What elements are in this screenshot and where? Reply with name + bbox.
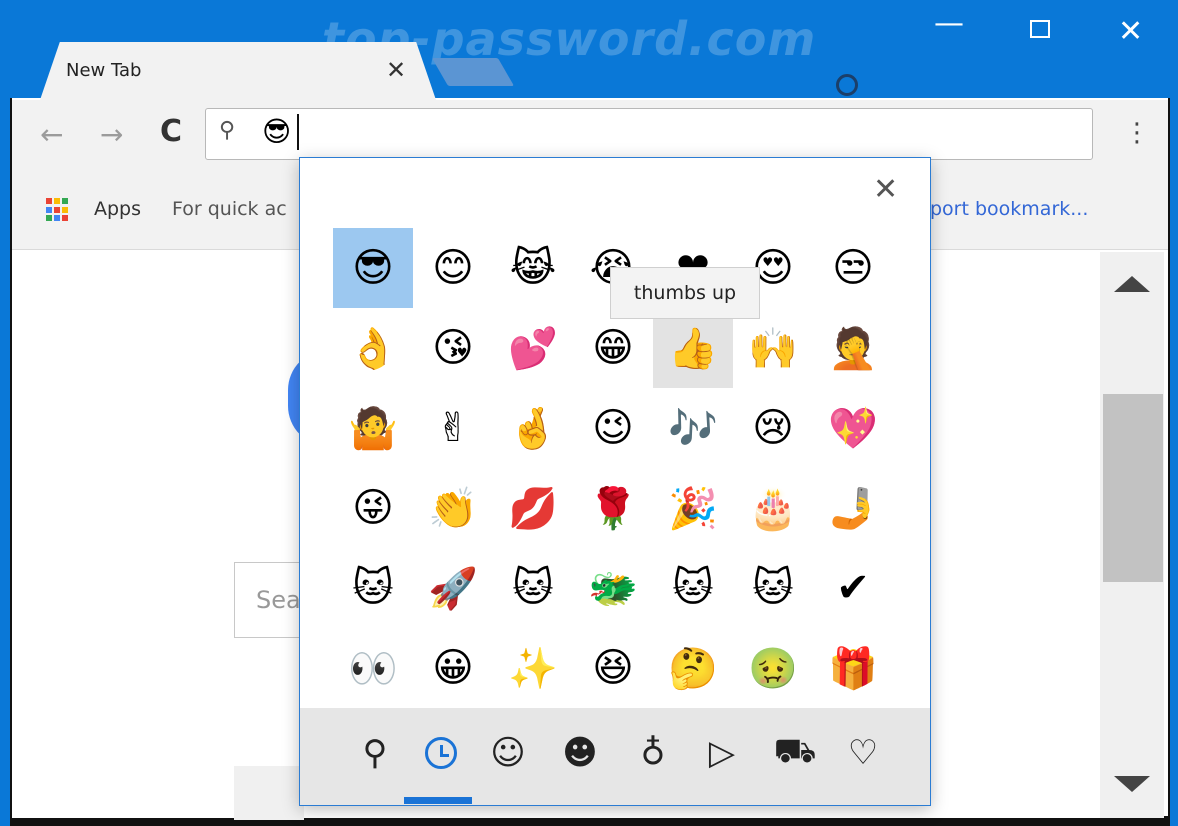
emoji-grinning-face[interactable]: 😀 bbox=[413, 628, 493, 708]
scrollbar-thumb[interactable] bbox=[1103, 394, 1163, 582]
reload-icon[interactable]: C bbox=[160, 114, 182, 149]
emoji-sparkles[interactable]: ✨ bbox=[493, 628, 573, 708]
emoji-thumbs-up[interactable]: 👍 bbox=[653, 308, 733, 388]
emoji-dino-cat[interactable]: 🐲 bbox=[573, 548, 653, 628]
emoji-tooltip: thumbs up bbox=[610, 267, 760, 319]
address-bar[interactable] bbox=[205, 108, 1093, 160]
window-close-icon[interactable]: ✕ bbox=[1118, 14, 1143, 49]
emoji-unamused-face[interactable]: 😒 bbox=[813, 228, 893, 308]
emoji-stack-cat[interactable]: 🐱 bbox=[653, 548, 733, 628]
emoji-winking-face[interactable]: 😉 bbox=[573, 388, 653, 468]
emoji-kiss-mark[interactable]: 💋 bbox=[493, 468, 573, 548]
emoji-beaming-face[interactable]: 😁 bbox=[573, 308, 653, 388]
emoji-ok-hand[interactable]: 👌 bbox=[333, 308, 413, 388]
active-category-indicator bbox=[404, 797, 472, 804]
menu-icon[interactable]: ⋮ bbox=[1124, 118, 1150, 148]
back-arrow-icon[interactable]: ← bbox=[40, 118, 63, 151]
emoji-rose[interactable]: 🌹 bbox=[573, 468, 653, 548]
profile-icon[interactable] bbox=[836, 74, 858, 96]
emoji-thinking-face[interactable]: 🤔 bbox=[653, 628, 733, 708]
minimize-icon[interactable]: — bbox=[934, 6, 964, 41]
category-celebration-icon[interactable]: ♁ bbox=[628, 730, 678, 776]
emoji-cat-with-tears-of-joy[interactable]: 😹 bbox=[493, 228, 573, 308]
emoji-face-blowing-a-kiss[interactable]: 😘 bbox=[413, 308, 493, 388]
apps-dot bbox=[62, 206, 68, 213]
category-people-icon[interactable]: ☻ bbox=[555, 730, 605, 776]
category-recent-icon[interactable] bbox=[416, 730, 466, 776]
emoji-nauseated-face[interactable]: 🤢 bbox=[733, 628, 813, 708]
emoji-crying-face[interactable]: 😢 bbox=[733, 388, 813, 468]
tab-title: New Tab bbox=[66, 60, 142, 81]
emoji-party-popper[interactable]: 🎉 bbox=[653, 468, 733, 548]
emoji-crossed-fingers[interactable]: 🤞 bbox=[493, 388, 573, 468]
emoji-musical-notes[interactable]: 🎶 bbox=[653, 388, 733, 468]
emoji-clapping-hands[interactable]: 👏 bbox=[413, 468, 493, 548]
apps-dot bbox=[54, 206, 60, 213]
import-bookmarks-link[interactable]: port bookmark... bbox=[930, 198, 1088, 220]
apps-dot bbox=[46, 215, 52, 222]
emoji-person-shrugging[interactable]: 🤷 bbox=[333, 388, 413, 468]
emoji-astro-cat[interactable]: 🚀 bbox=[413, 548, 493, 628]
apps-grid-icon[interactable] bbox=[46, 198, 70, 222]
category-food-icon[interactable]: ▷ bbox=[697, 730, 747, 776]
emoji-wrapped-gift[interactable]: 🎁 bbox=[813, 628, 893, 708]
emoji-victory-hand[interactable]: ✌ bbox=[413, 388, 493, 468]
emoji-birthday-cake[interactable]: 🎂 bbox=[733, 468, 813, 548]
apps-dot bbox=[46, 198, 52, 204]
scroll-down-arrow-icon[interactable] bbox=[1114, 776, 1150, 792]
emoji-hipster-cat[interactable]: 🐱 bbox=[733, 548, 813, 628]
emoji-panel-close-icon[interactable]: ✕ bbox=[873, 172, 898, 207]
search-box-placeholder: Sea bbox=[256, 586, 301, 614]
emoji-winking-face-with-tongue[interactable]: 😜 bbox=[333, 468, 413, 548]
emoji-hacker-cat[interactable]: 🐱 bbox=[493, 548, 573, 628]
search-icon: ⚲ bbox=[219, 118, 236, 143]
address-bar-value: 😎 bbox=[262, 115, 292, 148]
category-travel-icon[interactable]: ⛟ bbox=[770, 730, 820, 776]
apps-dot bbox=[62, 198, 68, 204]
emoji-smiling-face-with-smiling-eyes[interactable]: 😊 bbox=[413, 228, 493, 308]
emoji-eyes[interactable]: 👀 bbox=[333, 628, 413, 708]
scroll-up-arrow-icon[interactable] bbox=[1114, 276, 1150, 292]
apps-dot bbox=[54, 198, 60, 204]
bookmarks-hint-text: For quick ac bbox=[172, 198, 287, 220]
tab-close-icon[interactable]: ✕ bbox=[386, 56, 406, 84]
emoji-check-mark[interactable]: ✔ bbox=[813, 548, 893, 628]
emoji-sparkling-heart[interactable]: 💖 bbox=[813, 388, 893, 468]
clock-icon bbox=[425, 737, 457, 769]
emoji-selfie[interactable]: 🤳 bbox=[813, 468, 893, 548]
apps-dot bbox=[46, 206, 52, 213]
apps-dot bbox=[62, 215, 68, 222]
emoji-two-hearts[interactable]: 💕 bbox=[493, 308, 573, 388]
category-search-icon[interactable]: ⚲ bbox=[350, 730, 400, 776]
maximize-icon[interactable] bbox=[1030, 20, 1050, 38]
emoji-raising-hands[interactable]: 🙌 bbox=[733, 308, 813, 388]
text-caret bbox=[297, 114, 299, 150]
category-symbols-icon[interactable]: ♡ bbox=[838, 730, 888, 776]
emoji-smiling-face-with-sunglasses[interactable]: 😎 bbox=[333, 228, 413, 308]
emoji-ninja-cat[interactable]: 🐱 bbox=[333, 548, 413, 628]
emoji-person-facepalming[interactable]: 🤦 bbox=[813, 308, 893, 388]
category-smileys-icon[interactable]: ☺ bbox=[483, 730, 533, 776]
most-visited-tile[interactable] bbox=[234, 766, 304, 820]
emoji-grinning-squinting-face[interactable]: 😆 bbox=[573, 628, 653, 708]
apps-dot bbox=[54, 215, 60, 222]
apps-bookmark[interactable]: Apps bbox=[94, 198, 141, 220]
forward-arrow-icon[interactable]: → bbox=[100, 118, 123, 151]
